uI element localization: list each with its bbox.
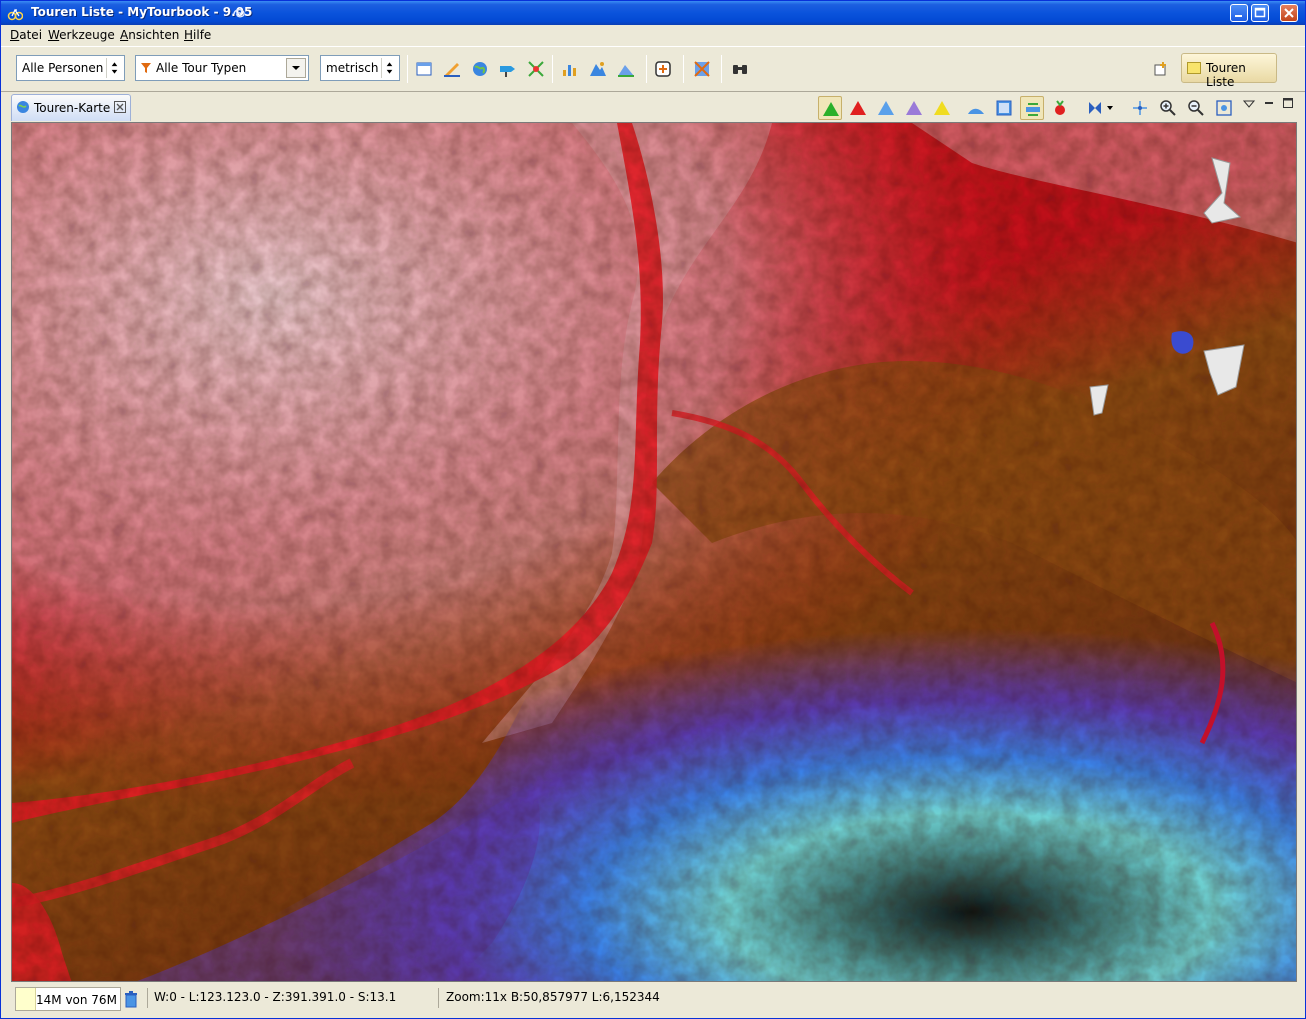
- window-title: Touren Liste - MyTourbook - 9.05: [31, 5, 253, 19]
- toolbar-separator: [683, 55, 684, 83]
- spinner-icon[interactable]: [106, 58, 122, 78]
- triangle-green-icon: [823, 102, 839, 116]
- tour-chart-icon[interactable]: [616, 59, 636, 79]
- garbage-collect-icon[interactable]: [123, 990, 139, 1008]
- gradient-yellow-button[interactable]: [930, 96, 954, 120]
- position-status: W:0 - L:123.123.0 - Z:391.391.0 - S:13.1: [154, 990, 397, 1004]
- binoculars-icon[interactable]: [730, 59, 750, 79]
- globe-icon[interactable]: [470, 59, 490, 79]
- perspective-label: Touren Liste: [1206, 61, 1246, 89]
- compare-icon[interactable]: [526, 59, 546, 79]
- sync-icon[interactable]: [653, 59, 673, 79]
- maximize-view-icon[interactable]: [1282, 97, 1294, 109]
- maximize-button[interactable]: [1251, 4, 1269, 22]
- view-menu-icon[interactable]: [1243, 99, 1255, 109]
- terrain-map-canvas[interactable]: [12, 123, 1297, 982]
- menu-bar: Datei Werkzeuge Ansichten Hilfe: [1, 25, 1305, 46]
- zoom-out-icon: [1188, 100, 1204, 116]
- marker-pin-icon: [1055, 100, 1065, 115]
- tour-marker-button[interactable]: [1048, 96, 1072, 120]
- triangle-red-icon: [850, 101, 866, 115]
- triangle-yellow-icon: [934, 101, 950, 115]
- person-combo-value: Alle Personen: [22, 61, 104, 75]
- menu-hilfe[interactable]: Hilfe: [184, 28, 211, 42]
- zoom-out-button[interactable]: [1184, 96, 1208, 120]
- title-bar[interactable]: Touren Liste - MyTourbook - 9.05: [1, 1, 1305, 25]
- center-icon: [1133, 101, 1147, 115]
- edit-tour-icon[interactable]: [442, 59, 462, 79]
- zoom-status: Zoom:11x B:50,857977 L:6,152344: [446, 990, 660, 1004]
- spinner-icon[interactable]: [381, 58, 397, 78]
- toolbar-separator: [646, 55, 647, 83]
- close-icon: [1284, 8, 1294, 18]
- map-provider-icon: [1089, 102, 1113, 114]
- sync-map-button[interactable]: [1020, 96, 1044, 120]
- chevron-down-icon: [292, 66, 300, 70]
- measurement-combo-value: metrisch: [326, 61, 379, 75]
- layout-icon[interactable]: [692, 59, 712, 79]
- map-provider-dropdown[interactable]: [1084, 96, 1116, 120]
- marker-icon[interactable]: [498, 59, 518, 79]
- triangle-purple-icon: [906, 101, 922, 115]
- close-window-button[interactable]: [1280, 4, 1298, 22]
- zoom-in-icon: [1160, 100, 1176, 116]
- menu-datei[interactable]: Datei: [10, 28, 42, 42]
- zoom-in-button[interactable]: [1156, 96, 1180, 120]
- toolbar-separator: [721, 55, 722, 83]
- zoom-to-fit-button[interactable]: [1212, 96, 1236, 120]
- sync-map-icon: [1026, 103, 1040, 116]
- heap-label: 14M von 76M: [36, 993, 117, 1007]
- toolbar-separator: [407, 55, 408, 83]
- maximize-icon: [1254, 7, 1266, 18]
- menu-ansichten[interactable]: Ansichten: [120, 28, 179, 42]
- zoom-fit-icon: [1216, 100, 1232, 116]
- heap-fill: [16, 988, 36, 1010]
- application-window: Touren Liste - MyTourbook - 9.05 Datei W…: [0, 0, 1306, 1019]
- minimize-button[interactable]: [1230, 4, 1248, 22]
- filter-icon: [141, 63, 151, 73]
- altitude-chart-icon[interactable]: [588, 59, 608, 79]
- gradient-blue-button[interactable]: [874, 96, 898, 120]
- minimize-icon: [1235, 15, 1242, 17]
- perspective-touren-liste-button[interactable]: Touren Liste: [1181, 53, 1277, 89]
- heap-status: 14M von 76M: [15, 987, 121, 1011]
- close-tab-icon[interactable]: [114, 101, 126, 113]
- tab-touren-karte[interactable]: Touren-Karte: [11, 94, 131, 121]
- center-map-button[interactable]: [1128, 96, 1152, 120]
- frame-icon: [996, 100, 1012, 116]
- map-globe-icon: [17, 101, 29, 113]
- gradient-red-button[interactable]: [846, 96, 870, 120]
- status-separator: [438, 988, 439, 1008]
- hill-shading-button[interactable]: [964, 96, 988, 120]
- hill-icon: [968, 108, 984, 114]
- toolbar-separator: [552, 55, 553, 83]
- tourtype-dropdown-button[interactable]: [286, 58, 306, 78]
- swirl-icon: [233, 9, 245, 18]
- tab-label: Touren-Karte: [34, 101, 111, 115]
- tourtype-combo[interactable]: Alle Tour Typen: [135, 55, 309, 81]
- status-bar: 14M von 76M W:0 - L:123.123.0 - Z:391.39…: [1, 985, 1305, 1013]
- tourtype-combo-value: Alle Tour Typen: [156, 61, 247, 75]
- gradient-purple-button[interactable]: [902, 96, 926, 120]
- person-combo[interactable]: Alle Personen: [16, 55, 125, 81]
- open-perspective-icon[interactable]: [1153, 61, 1169, 77]
- status-separator: [147, 988, 148, 1008]
- view-tab-bar: Touren-Karte: [9, 93, 1299, 121]
- main-toolbar: Alle Personen Alle Tour Typen metrisch T…: [1, 46, 1305, 92]
- elevation-layer-button[interactable]: [818, 96, 842, 120]
- measurement-combo[interactable]: metrisch: [320, 55, 400, 81]
- triangle-blue-icon: [878, 101, 894, 115]
- statistics-icon[interactable]: [560, 59, 580, 79]
- tour-map[interactable]: [11, 122, 1297, 982]
- menu-werkzeuge[interactable]: Werkzeuge: [48, 28, 115, 42]
- import-icon[interactable]: [414, 59, 434, 79]
- minimize-view-icon[interactable]: [1263, 99, 1275, 109]
- app-logo-icon: [7, 8, 23, 21]
- map-dimming-button[interactable]: [992, 96, 1016, 120]
- perspective-icon: [1187, 62, 1201, 74]
